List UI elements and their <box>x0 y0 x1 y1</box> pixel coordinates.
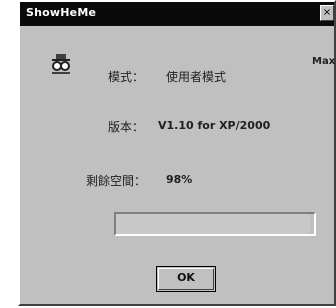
free-space-label: 剩餘空間： <box>86 174 147 188</box>
window-title: ShowHeMe <box>26 6 97 19</box>
edge-text: Max <box>312 56 336 67</box>
mode-value: 使用者模式 <box>166 70 227 84</box>
close-icon[interactable]: × <box>320 5 334 21</box>
free-space-progress-bar <box>114 212 316 236</box>
ok-button[interactable]: OK <box>156 266 216 292</box>
version-value: V1.10 for XP/2000 <box>158 119 271 132</box>
free-space-value: 98% <box>166 173 193 186</box>
title-bar[interactable]: ShowHeMe × <box>20 2 334 26</box>
glasses-icon <box>52 54 70 74</box>
mode-label: 模式： <box>108 70 145 84</box>
version-label: 版本： <box>108 120 145 134</box>
progress-fill <box>116 214 311 234</box>
dialog-window: ShowHeMe × 模式： 使用者模式 Max 版本： V1.10 for X… <box>18 0 336 306</box>
